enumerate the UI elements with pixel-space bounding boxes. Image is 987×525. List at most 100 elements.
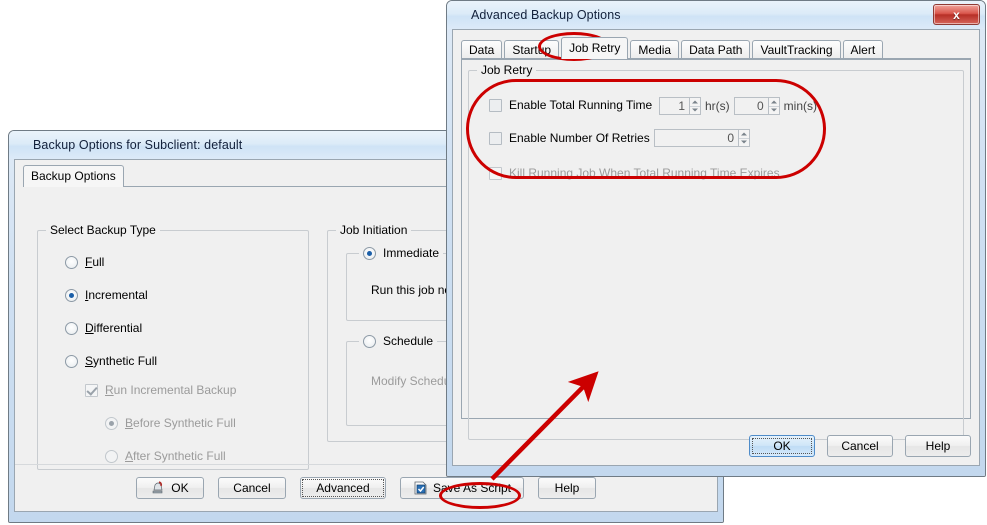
hours-stepper-down[interactable] [690, 107, 700, 115]
radio-schedule[interactable]: Schedule [359, 334, 438, 348]
advanced-help-button[interactable]: Help [905, 435, 971, 457]
tab-backup-options[interactable]: Backup Options [23, 165, 124, 187]
close-icon-glyph: x [953, 7, 960, 22]
save-as-script-button-label: Save As Script [432, 481, 512, 495]
radio-after-synthetic-full-label: After Synthetic Full [125, 449, 226, 463]
retries-stepper[interactable]: 0 [654, 129, 750, 147]
radio-full-text: ull [92, 255, 105, 269]
tab-media-label: Media [638, 43, 672, 57]
checkbox-enable-number-of-retries-indicator[interactable] [489, 131, 502, 145]
radio-incremental[interactable]: Incremental [65, 288, 148, 302]
cancel-button[interactable]: Cancel [217, 477, 286, 499]
save-as-script-button[interactable]: Save As Script [399, 477, 525, 499]
radio-after-synthetic-full-text: fter Synthetic Full [133, 449, 226, 463]
radio-incremental-indicator[interactable] [65, 288, 78, 302]
radio-incremental-text: ncremental [88, 288, 148, 302]
tab-alert-label: Alert [850, 43, 876, 57]
ok-button-wrap: OK [135, 477, 204, 499]
tab-startup-label: Startup [512, 43, 552, 57]
hours-input[interactable]: 1 [659, 97, 689, 115]
advanced-tab-page: Job Retry Enable Total Running Time 1 hr… [461, 59, 971, 440]
advanced-ok-button[interactable]: OK [749, 435, 815, 457]
checkbox-enable-total-running-time-indicator[interactable] [489, 98, 502, 112]
advanced-ok-button-label: OK [773, 439, 791, 453]
total-running-time-fields: 1 hr(s) 0 min(s) [659, 97, 817, 115]
radio-full[interactable]: Full [65, 255, 104, 269]
advanced-button-label: Advanced [316, 481, 370, 495]
hours-stepper-buttons[interactable] [689, 97, 701, 115]
tab-job-retry[interactable]: Job Retry [561, 37, 629, 59]
radio-before-synthetic-full-label: Before Synthetic Full [125, 416, 236, 430]
checkbox-kill-running-job-label: Kill Running Job When Total Running Time… [509, 166, 780, 180]
advanced-button-wrap: Advanced [299, 477, 386, 499]
checkbox-run-incremental-backup: Run Incremental Backup [85, 383, 236, 397]
tab-data-label: Data [469, 43, 495, 57]
tab-backup-options-label: Backup Options [31, 169, 116, 183]
radio-differential-indicator[interactable] [65, 321, 78, 335]
hours-unit-label: hr(s) [705, 99, 730, 113]
radio-schedule-indicator[interactable] [363, 334, 376, 348]
advanced-help-button-label: Help [925, 439, 951, 453]
select-backup-type-group: Select Backup Type Full Incremental Diff… [37, 223, 309, 470]
minutes-stepper-down[interactable] [769, 107, 779, 115]
minutes-unit-label: min(s) [783, 99, 817, 113]
job-retry-group-label: Job Retry [477, 63, 537, 77]
advanced-tabstrip: Data Startup Job Retry Media Data Path V… [461, 37, 971, 59]
tab-data-path-label: Data Path [689, 43, 743, 57]
minutes-stepper-up[interactable] [768, 98, 779, 107]
tab-alert[interactable]: Alert [842, 40, 884, 59]
retries-input[interactable]: 0 [654, 129, 738, 147]
minutes-input[interactable]: 0 [733, 97, 768, 115]
hours-stepper[interactable]: 1 [659, 97, 701, 115]
checkbox-enable-number-of-retries[interactable]: Enable Number Of Retries [489, 131, 650, 145]
select-backup-type-label: Select Backup Type [46, 223, 160, 237]
radio-synthetic-full-indicator[interactable] [65, 354, 78, 368]
close-icon[interactable]: x [933, 4, 980, 25]
backup-options-title: Backup Options for Subclient: default [33, 138, 243, 152]
advanced-title: Advanced Backup Options [471, 8, 621, 22]
help-button-wrap: Help [538, 477, 597, 499]
radio-after-synthetic-full: After Synthetic Full [105, 449, 226, 463]
retries-stepper-up[interactable] [739, 130, 749, 139]
radio-before-synthetic-full: Before Synthetic Full [105, 416, 236, 430]
tab-media[interactable]: Media [630, 40, 680, 59]
radio-differential[interactable]: Differential [65, 321, 142, 335]
checkbox-kill-running-job-indicator [489, 166, 502, 180]
hours-stepper-up[interactable] [690, 98, 700, 107]
minutes-stepper[interactable]: 0 [733, 97, 780, 115]
checkbox-kill-running-job: Kill Running Job When Total Running Time… [489, 166, 780, 180]
radio-differential-label: Differential [85, 321, 143, 335]
radio-full-indicator[interactable] [65, 255, 78, 269]
tab-vaulttracking[interactable]: VaultTracking [752, 40, 841, 59]
tab-data-path[interactable]: Data Path [681, 40, 751, 59]
radio-full-label: Full [85, 255, 105, 269]
ok-button-label: OK [171, 481, 189, 495]
radio-immediate[interactable]: Immediate [359, 246, 444, 260]
retries-stepper-buttons[interactable] [738, 129, 750, 147]
radio-immediate-indicator[interactable] [363, 246, 376, 260]
radio-differential-text: ifferential [93, 321, 143, 335]
job-retry-group: Job Retry Enable Total Running Time 1 hr… [468, 63, 964, 440]
radio-incremental-label: Incremental [85, 288, 148, 302]
radio-before-synthetic-full-indicator [105, 416, 118, 430]
tab-data[interactable]: Data [461, 40, 503, 59]
script-icon [413, 481, 428, 495]
advanced-cancel-button-label: Cancel [841, 439, 879, 453]
advanced-cancel-button[interactable]: Cancel [827, 435, 893, 457]
cancel-button-label: Cancel [233, 481, 271, 495]
checkbox-run-incremental-backup-text: un Incremental Backup [113, 383, 237, 397]
job-initiation-label: Job Initiation [336, 223, 412, 237]
save-as-script-button-wrap: Save As Script [399, 477, 525, 499]
minutes-stepper-buttons[interactable] [767, 97, 780, 115]
tab-startup[interactable]: Startup [504, 40, 560, 59]
ok-button[interactable]: OK [135, 477, 204, 499]
advanced-button[interactable]: Advanced [299, 477, 386, 499]
radio-synthetic-full-label: Synthetic Full [85, 354, 158, 368]
radio-synthetic-full[interactable]: Synthetic Full [65, 354, 157, 368]
radio-synthetic-full-text: ynthetic Full [93, 354, 158, 368]
tab-job-retry-label: Job Retry [569, 41, 621, 55]
help-button[interactable]: Help [538, 477, 597, 499]
advanced-titlebar[interactable]: Advanced Backup Options x [447, 1, 985, 29]
retries-stepper-down[interactable] [739, 139, 749, 147]
checkbox-enable-total-running-time[interactable]: Enable Total Running Time [489, 98, 652, 112]
